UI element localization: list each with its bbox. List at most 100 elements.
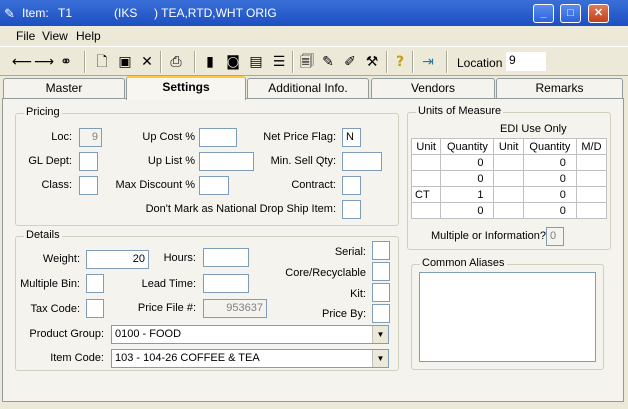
- max-discount-field[interactable]: [199, 176, 229, 195]
- table-cell[interactable]: [575, 186, 608, 203]
- table-cell[interactable]: [493, 186, 524, 203]
- table-row[interactable]: 0 0: [410, 154, 608, 171]
- drop-ship-field[interactable]: [342, 200, 361, 219]
- hours-field[interactable]: [203, 248, 249, 267]
- toolbar: ⟵ ⟶ ⚭ 🗋 ▣ ✕ ⎙ ▮ ◙ ▤ ☰ 🗐 ✎ ✐ ⚒ ? ⇥ Locati…: [0, 46, 628, 76]
- lead-time-field[interactable]: [203, 274, 249, 293]
- help-icon[interactable]: ?: [390, 52, 410, 72]
- contract-field[interactable]: [342, 176, 361, 195]
- toolbar-separator: [412, 51, 414, 73]
- drawer-icon[interactable]: ▤: [246, 52, 266, 72]
- table-cell[interactable]: 0: [522, 170, 577, 187]
- loc-field[interactable]: 9: [79, 128, 102, 147]
- exit-door-icon[interactable]: ⇥: [418, 52, 438, 72]
- pencil-icon[interactable]: ✎: [318, 52, 338, 72]
- tab-remarks[interactable]: Remarks: [496, 78, 623, 98]
- table-cell[interactable]: [410, 202, 442, 219]
- chevron-down-icon[interactable]: ▼: [372, 350, 388, 367]
- net-price-flag-label: Net Price Flag:: [263, 131, 336, 143]
- tab-additional-info[interactable]: Additional Info.: [247, 78, 369, 98]
- multiple-info-field[interactable]: 0: [546, 227, 564, 246]
- item-code-value: 103 - 104-26 COFFEE & TEA: [115, 352, 260, 364]
- aliases-list[interactable]: [419, 272, 596, 362]
- weight-field[interactable]: 20: [86, 250, 149, 269]
- table-cell[interactable]: [410, 170, 442, 187]
- save-icon[interactable]: ▣: [115, 52, 135, 72]
- title-item-code: T1: [58, 6, 73, 20]
- serial-label: Serial:: [334, 246, 366, 258]
- table-cell[interactable]: 0: [522, 154, 577, 171]
- close-button[interactable]: ✕: [588, 4, 609, 23]
- book-icon[interactable]: ▮: [200, 52, 220, 72]
- table-cell[interactable]: [493, 154, 524, 171]
- new-document-icon[interactable]: 🗋: [92, 52, 112, 72]
- table-cell[interactable]: [575, 202, 608, 219]
- table-cell[interactable]: [575, 154, 608, 171]
- product-group-select[interactable]: 0100 - FOOD ▼: [111, 325, 389, 344]
- delete-icon[interactable]: ✕: [137, 52, 157, 72]
- table-row[interactable]: 0 0: [410, 170, 608, 187]
- multiple-bin-label: Multiple Bin:: [20, 278, 80, 290]
- tab-settings[interactable]: Settings: [126, 76, 246, 100]
- binoculars-icon[interactable]: ⚭: [56, 52, 76, 72]
- core-recyclable-label: Core/Recyclable: [285, 267, 366, 279]
- menu-help[interactable]: Help: [76, 29, 101, 43]
- table-cell[interactable]: [575, 170, 608, 187]
- net-price-flag-field[interactable]: N: [342, 128, 361, 147]
- toolbar-separator: [446, 51, 448, 73]
- class-field[interactable]: [79, 176, 98, 195]
- serial-checkbox[interactable]: [372, 241, 390, 260]
- up-list-field[interactable]: [199, 152, 254, 171]
- table-cell[interactable]: CT: [410, 186, 442, 203]
- menu-view[interactable]: View: [42, 29, 68, 43]
- title-item-desc: (IKS ) TEA,RTD,WHT ORIG: [114, 6, 277, 20]
- toolbar-separator: [160, 51, 162, 73]
- loc-label: Loc:: [51, 131, 72, 143]
- table-cell[interactable]: [410, 154, 442, 171]
- menu-file[interactable]: File: [16, 29, 35, 43]
- price-file-field[interactable]: 953637: [203, 299, 267, 318]
- title-item-label: Item:: [22, 6, 49, 20]
- add-edit-icon[interactable]: ✐: [340, 52, 360, 72]
- kit-label: Kit:: [350, 288, 366, 300]
- maximize-button[interactable]: □: [560, 4, 581, 23]
- tools-icon[interactable]: ⚒: [362, 52, 382, 72]
- table-cell[interactable]: 0: [440, 154, 495, 171]
- table-cell[interactable]: [493, 170, 524, 187]
- multiple-bin-field[interactable]: [86, 274, 104, 293]
- class-label: Class:: [41, 179, 72, 191]
- minimize-button[interactable]: _: [533, 4, 554, 23]
- print-icon[interactable]: ⎙: [166, 52, 186, 72]
- forward-arrow-icon[interactable]: ⟶: [34, 52, 54, 72]
- product-group-value: 0100 - FOOD: [115, 328, 182, 340]
- min-sell-qty-field[interactable]: [342, 152, 382, 171]
- price-by-label: Price By:: [321, 308, 366, 320]
- item-code-select[interactable]: 103 - 104-26 COFFEE & TEA ▼: [111, 349, 389, 368]
- hours-label: Hours:: [163, 252, 196, 264]
- location-field[interactable]: 9: [506, 52, 546, 71]
- table-cell[interactable]: 1: [440, 186, 495, 203]
- table-cell[interactable]: [493, 202, 524, 219]
- core-recyclable-checkbox[interactable]: [372, 262, 390, 281]
- camera-icon[interactable]: ◙: [223, 52, 243, 72]
- max-discount-label: Max Discount %: [115, 179, 195, 191]
- up-cost-field[interactable]: [199, 128, 237, 147]
- toolbar-separator: [84, 51, 86, 73]
- table-cell[interactable]: 0: [522, 186, 577, 203]
- back-arrow-icon[interactable]: ⟵: [12, 52, 32, 72]
- chevron-down-icon[interactable]: ▼: [372, 326, 388, 343]
- table-cell[interactable]: 0: [440, 202, 495, 219]
- tab-master[interactable]: Master: [3, 78, 125, 98]
- notes-icon[interactable]: 🗐: [297, 52, 317, 72]
- list-icon[interactable]: ☰: [269, 52, 289, 72]
- gl-dept-field[interactable]: [79, 152, 98, 171]
- table-row[interactable]: CT 1 0: [410, 186, 608, 203]
- column-header: Unit: [493, 138, 524, 155]
- kit-checkbox[interactable]: [372, 283, 390, 302]
- price-by-field[interactable]: [372, 304, 390, 323]
- table-cell[interactable]: 0: [522, 202, 577, 219]
- tab-vendors[interactable]: Vendors: [371, 78, 495, 98]
- tax-code-field[interactable]: [86, 299, 104, 318]
- table-cell[interactable]: 0: [440, 170, 495, 187]
- table-row[interactable]: 0 0: [410, 202, 608, 219]
